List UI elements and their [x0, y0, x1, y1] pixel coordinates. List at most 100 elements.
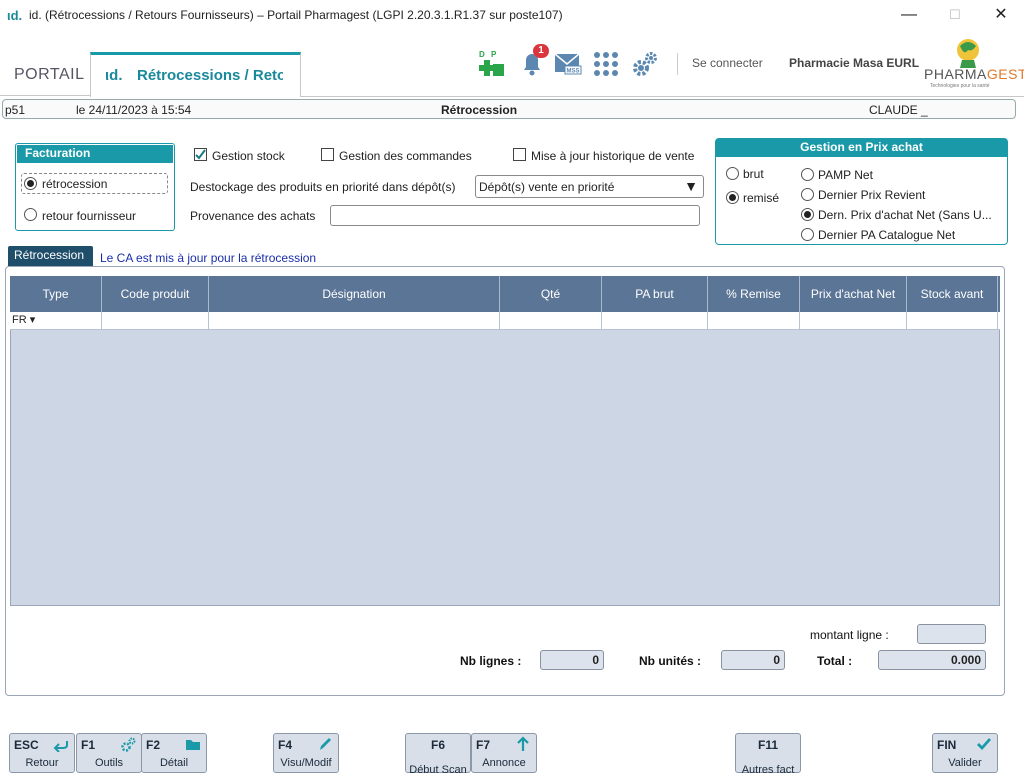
brand-name: PHARMAGEST — [924, 66, 1024, 82]
checkmark-icon — [195, 149, 206, 160]
tab-retrocession-section[interactable]: Rétrocession — [8, 246, 93, 266]
fkey-label: Détail — [159, 757, 189, 769]
poste-id: p51 — [5, 103, 26, 117]
column-header[interactable]: Qté — [500, 276, 602, 312]
folder-icon — [186, 740, 200, 750]
grid-cell[interactable] — [209, 312, 500, 330]
apps-grid-icon[interactable] — [593, 51, 619, 77]
checkbox-maj-historique[interactable] — [513, 148, 526, 161]
fkey-f7-button[interactable]: F7 Annonce — [471, 733, 537, 773]
table-row[interactable]: FR ▾ — [10, 312, 1000, 330]
return-arrow-icon — [53, 741, 68, 752]
type-cell[interactable]: FR ▾ — [10, 312, 102, 330]
fkey-f6-button[interactable]: F6 Début Scan — [405, 733, 471, 776]
fkey-f11-button[interactable]: F11 Autres fact — [735, 733, 801, 776]
brand-tagline: Technologies pour la santé — [930, 83, 990, 89]
gears-icon — [121, 737, 136, 752]
fkey-label: Outils — [94, 757, 124, 769]
maximize-button[interactable]: ☐ — [932, 2, 978, 28]
grid-cell[interactable] — [708, 312, 800, 330]
nb-lignes-label: Nb lignes : — [460, 654, 522, 668]
nb-unites-value: 0 — [721, 650, 785, 670]
fkey-f1-button[interactable]: F1 Outils — [76, 733, 142, 773]
close-button[interactable]: ✕ — [978, 2, 1024, 28]
status-bar: p51 le 24/11/2023 à 15:54 Rétrocession C… — [2, 99, 1016, 119]
dp-plus-icon[interactable]: D P — [478, 48, 506, 78]
radio-retour-fournisseur[interactable] — [24, 208, 37, 221]
fkey-f2-button[interactable]: F2 Détail — [141, 733, 207, 773]
window-title: id. (Rétrocessions / Retours Fournisseur… — [29, 8, 563, 22]
chevron-down-icon: ▼ — [684, 178, 698, 194]
column-header[interactable]: Stock avant — [907, 276, 998, 312]
tab-portail[interactable]: PORTAIL — [0, 54, 90, 96]
checkmark-icon — [977, 738, 992, 751]
montant-ligne-label: montant ligne : — [810, 628, 889, 642]
minimize-button[interactable]: — — [886, 2, 932, 28]
grid-cell[interactable] — [102, 312, 209, 330]
column-header[interactable]: % Remise — [708, 276, 800, 312]
fkey-label: Valider — [948, 757, 982, 769]
radio-brut-label: brut — [743, 167, 764, 181]
radio-dernier-pa-catalogue-label: Dernier PA Catalogue Net — [818, 228, 956, 242]
radio-dernier-prix-revient-label: Dernier Prix Revient — [818, 188, 926, 202]
gestion-stock-label: Gestion stock — [212, 149, 285, 163]
radio-retrocession-label: rétrocession — [42, 177, 108, 191]
prix-achat-title: Gestion en Prix achat — [716, 139, 1007, 157]
notification-badge: 1 — [533, 44, 549, 58]
checkbox-gestion-commandes[interactable] — [321, 148, 334, 161]
nb-lignes-value: 0 — [540, 650, 604, 670]
radio-brut[interactable] — [726, 167, 739, 180]
fkey-label: Visu/Modif — [280, 757, 332, 769]
fkey-code: F6 — [430, 738, 445, 752]
pharmacy-name: Pharmacie Masa EURL — [789, 56, 920, 70]
fkey-fin-button[interactable]: FIN Valider — [932, 733, 998, 773]
status-mode: Rétrocession — [441, 103, 518, 117]
radio-dern-prix-achat-net[interactable] — [801, 208, 814, 221]
montant-ligne-value — [917, 624, 986, 644]
settings-gears-icon[interactable] — [631, 50, 659, 78]
fkey-label: Début Scan — [409, 764, 467, 776]
header-divider — [301, 96, 1024, 97]
grid-cell[interactable] — [800, 312, 907, 330]
grid-cell[interactable] — [500, 312, 602, 330]
radio-dernier-pa-catalogue[interactable] — [801, 228, 814, 241]
radio-pamp-net[interactable] — [801, 168, 814, 181]
destockage-select[interactable]: Dépôt(s) vente en priorité ▼ — [475, 175, 704, 198]
prix-achat-divider — [795, 158, 796, 244]
svg-text:MSS: MSS — [567, 69, 580, 75]
pencil-icon — [320, 738, 331, 750]
fkey-label: Annonce — [482, 757, 526, 769]
fkey-code: F2 — [146, 738, 161, 752]
fkey-label: Retour — [25, 757, 59, 769]
column-header[interactable]: Code produit — [102, 276, 209, 312]
tab-retrocessions[interactable]: ιd. Rétrocessions / Retours Fournisseurs — [90, 52, 301, 97]
grid-cell[interactable] — [602, 312, 708, 330]
radio-retrocession[interactable] — [24, 177, 37, 190]
fkey-code: F11 — [757, 738, 778, 752]
radio-remise[interactable] — [726, 191, 739, 204]
tab-retrocessions-label: Rétrocessions / Retours Fournisseurs — [137, 67, 283, 84]
fkey-code: F1 — [81, 738, 96, 752]
destockage-value: Dépôt(s) vente en priorité — [479, 180, 615, 194]
connect-link[interactable]: Se connecter — [692, 56, 763, 70]
checkbox-gestion-stock[interactable] — [194, 148, 207, 161]
fkey-code: FIN — [937, 738, 957, 752]
status-user: CLAUDE _ — [869, 103, 928, 117]
grid-cell[interactable] — [907, 312, 998, 330]
fkey-label: Autres fact — [741, 764, 795, 776]
provenance-input[interactable] — [330, 205, 700, 226]
radio-dernier-prix-revient[interactable] — [801, 188, 814, 201]
title-bar: ιd. id. (Rétrocessions / Retours Fournis… — [0, 0, 1024, 30]
column-header[interactable]: PA brut — [602, 276, 708, 312]
mss-mail-icon[interactable]: MSS — [554, 52, 582, 76]
destockage-label: Destockage des produits en priorité dans… — [190, 180, 456, 194]
fkey-esc-button[interactable]: ESC Retour — [9, 733, 75, 773]
tab-portail-label: PORTAIL — [14, 66, 85, 83]
fkey-code: F7 — [476, 738, 491, 752]
fkey-f4-button[interactable]: F4 Visu/Modif — [273, 733, 339, 773]
column-header[interactable]: Prix d'achat Net — [800, 276, 907, 312]
radio-pamp-net-label: PAMP Net — [818, 168, 873, 182]
column-header[interactable]: Désignation — [209, 276, 500, 312]
grid-header: Type Code produit Désignation Qté PA brut% R… — [10, 276, 1000, 312]
column-header[interactable]: Type — [10, 276, 102, 312]
